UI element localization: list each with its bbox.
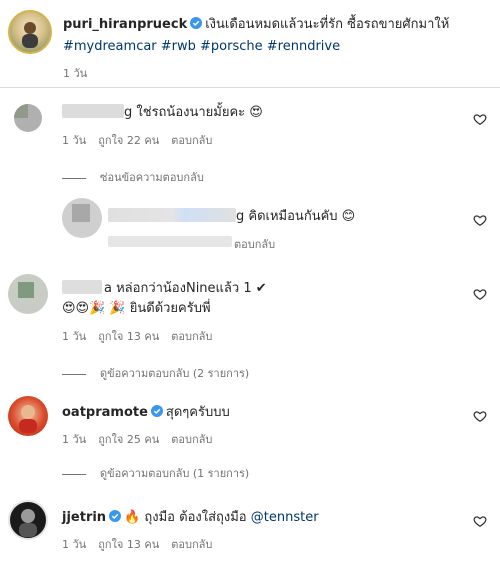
reply-avatar[interactable] — [62, 198, 102, 238]
comment-likes-1[interactable]: ถูกใจ 22 คน — [98, 134, 159, 147]
comment-username-suffix-1: g — [124, 105, 133, 120]
view-replies-label-3: ดูข้อความตอบกลับ (2 รายการ) — [100, 367, 250, 380]
view-replies-label-4: ดูข้อความตอบกลับ (1 รายการ) — [100, 467, 250, 480]
post-hashtags[interactable]: #mydreamcar #rwb #porsche #renndrive — [63, 37, 340, 56]
view-replies-toggle-4[interactable]: ดูข้อความตอบกลับ (1 รายการ) — [62, 464, 249, 482]
comment-username-4[interactable]: oatpramote — [62, 405, 148, 420]
comment-avatar-1[interactable] — [14, 104, 42, 132]
avatar-figure-icon — [19, 405, 37, 433]
mention-link[interactable]: @tennster — [251, 510, 319, 525]
heart-icon[interactable] — [473, 287, 487, 301]
avatar-figure-icon — [22, 22, 38, 48]
comment-text-5: 🔥 ถุงมือ ต้องใส่ถุงมือ — [124, 510, 247, 525]
verified-badge-icon — [190, 17, 203, 29]
divider — [0, 87, 500, 88]
comment-avatar-oatpramote[interactable] — [8, 396, 48, 436]
comment-avatar-jjetrin[interactable] — [8, 500, 48, 540]
comment-avatar-3[interactable] — [8, 274, 48, 314]
comment-text-1: ใช่รถน้องนายมั้ยคะ 😍 — [136, 105, 263, 120]
comment-meta-4: 1 วัน ถูกใจ 25 คน ตอบกลับ — [62, 430, 224, 448]
comment-meta-1: 1 วัน ถูกใจ 22 คน ตอบกลับ — [62, 131, 224, 149]
reply-button-4[interactable]: ตอบกลับ — [171, 433, 212, 446]
comment-text-line-3: a หล่อกว่าน้องNineแล้ว 1 ✔ — [104, 279, 267, 298]
hide-replies-toggle[interactable]: ซ่อนข้อความตอบกลับ — [62, 168, 204, 186]
avatar-figure-icon — [19, 509, 37, 537]
reply-button-2[interactable]: ตอบกลับ — [234, 235, 275, 253]
hide-replies-label: ซ่อนข้อความตอบกลับ — [100, 171, 204, 184]
comment-meta-5: 1 วัน ถูกใจ 13 คน ตอบกลับ — [62, 535, 224, 553]
post-time: 1 วัน — [63, 67, 88, 80]
comment-meta-3: 1 วัน ถูกใจ 13 คน ตอบกลับ — [62, 327, 224, 345]
view-replies-toggle-3[interactable]: ดูข้อความตอบกลับ (2 รายการ) — [62, 364, 249, 382]
thread-line — [62, 177, 86, 179]
comment-text-line-1: g ใช่รถน้องนายมั้ยคะ 😍 — [124, 103, 263, 122]
reply-button-1[interactable]: ตอบกลับ — [171, 134, 212, 147]
heart-icon[interactable] — [473, 514, 487, 528]
comment-username-5[interactable]: jjetrin — [62, 510, 106, 525]
heart-icon[interactable] — [473, 112, 487, 126]
blurred-reply-meta — [108, 236, 232, 247]
comment-time-5: 1 วัน — [62, 538, 87, 551]
heart-icon[interactable] — [473, 213, 487, 227]
comment-time-3: 1 วัน — [62, 330, 87, 343]
verified-badge-icon — [109, 510, 122, 522]
blurred-username-1 — [62, 104, 124, 118]
reply-text: คิดเหมือนกันคับ 😊 — [248, 209, 356, 224]
thread-line — [62, 373, 86, 375]
reply-button-5[interactable]: ตอบกลับ — [171, 538, 212, 551]
comment-text-3b: 😍😍🎉 🎉 ยินดีด้วยครับพี่ — [62, 301, 211, 316]
blurred-username-3 — [62, 280, 102, 294]
heart-icon[interactable] — [473, 409, 487, 423]
comment-text-4: สุดๆครับบบ — [165, 405, 230, 420]
post-caption: เงินเดือนหมดแล้วนะที่รัก ซื้อรถขายศักมาใ… — [205, 17, 450, 32]
post-caption-line: puri_hiranprueck เงินเดือนหมดแล้วนะที่รัก… — [63, 15, 483, 34]
comment-likes-3[interactable]: ถูกใจ 13 คน — [98, 330, 159, 343]
comment-username-suffix-3: a — [104, 281, 112, 296]
comment-text-line-5: jjetrin 🔥 ถุงมือ ต้องใส่ถุงมือ @tennster — [62, 508, 319, 527]
verified-badge-icon — [150, 405, 163, 417]
post-author-avatar[interactable] — [8, 10, 52, 54]
reply-text-line: g คิดเหมือนกันคับ 😊 — [236, 207, 355, 226]
reply-button-3[interactable]: ตอบกลับ — [171, 330, 212, 343]
post-username[interactable]: puri_hiranprueck — [63, 17, 187, 32]
reply-username-suffix: g — [236, 209, 245, 224]
comment-time-4: 1 วัน — [62, 433, 87, 446]
comment-likes-4[interactable]: ถูกใจ 25 คน — [98, 433, 159, 446]
comment-text-3: หล่อกว่าน้องNineแล้ว 1 ✔ — [116, 281, 267, 296]
comment-likes-5[interactable]: ถูกใจ 13 คน — [98, 538, 159, 551]
comment-text-line-4: oatpramote สุดๆครับบบ — [62, 403, 230, 422]
thread-line — [62, 473, 86, 475]
blurred-username-2 — [108, 208, 236, 222]
comment-time-1: 1 วัน — [62, 134, 87, 147]
